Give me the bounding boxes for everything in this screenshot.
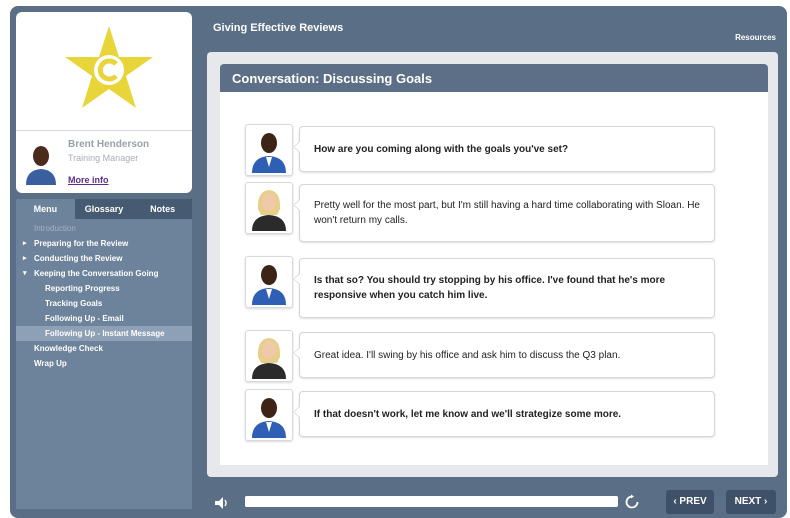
menu-item[interactable]: Wrap Up bbox=[16, 356, 192, 371]
presenter-name: Brent Henderson bbox=[68, 139, 150, 150]
menu-item[interactable]: Following Up - Instant Message bbox=[16, 326, 192, 341]
menu-item[interactable]: Following Up - Email bbox=[16, 311, 192, 326]
menu-item[interactable]: ▾ Keeping the Conversation Going bbox=[16, 266, 192, 281]
employee-avatar bbox=[245, 330, 293, 382]
message-bubble: Great idea. I'll swing by his office and… bbox=[293, 332, 715, 378]
menu-item-label: Following Up - Email bbox=[45, 314, 124, 323]
replay-icon[interactable] bbox=[624, 494, 640, 510]
course-title: Giving Effective Reviews bbox=[213, 22, 344, 34]
tab-menu[interactable]: Menu bbox=[16, 199, 75, 219]
more-info-link[interactable]: More info bbox=[68, 175, 109, 185]
menu-list: Introduction ▸ Preparing for the Review ▸ Co… bbox=[16, 219, 192, 371]
logo-card bbox=[16, 12, 192, 130]
message-bubble: If that doesn't work, let me know and we… bbox=[293, 391, 715, 437]
menu-item-label: Introduction bbox=[34, 224, 76, 233]
next-button[interactable]: NEXT › bbox=[726, 490, 776, 514]
menu-item-label: Conducting the Review bbox=[34, 254, 123, 263]
menu-item[interactable]: Reporting Progress bbox=[16, 281, 192, 296]
prev-button[interactable]: ‹ PREV bbox=[666, 490, 714, 514]
menu-item-label: Wrap Up bbox=[34, 359, 67, 368]
menu-item-label: Keeping the Conversation Going bbox=[34, 269, 159, 278]
progress-fill bbox=[245, 496, 618, 507]
message-bubble: How are you coming along with the goals … bbox=[293, 126, 715, 172]
collapsed-arrow-icon[interactable]: ▸ bbox=[23, 251, 27, 266]
progress-bar[interactable] bbox=[245, 496, 618, 507]
scene-header: Conversation: Discussing Goals bbox=[220, 64, 768, 92]
message-bubble: Pretty well for the most part, but I'm s… bbox=[293, 184, 715, 242]
scene-title: Conversation: Discussing Goals bbox=[232, 71, 433, 86]
menu-item-label: Preparing for the Review bbox=[34, 239, 129, 248]
course-menu: Introduction ▸ Preparing for the Review ▸ Co… bbox=[16, 219, 192, 509]
expanded-arrow-icon[interactable]: ▾ bbox=[23, 266, 27, 281]
sidebar-tabs: Menu Glossary Notes bbox=[16, 199, 193, 219]
menu-item[interactable]: Knowledge Check bbox=[16, 341, 192, 356]
manager-avatar bbox=[245, 389, 293, 441]
tab-glossary[interactable]: Glossary bbox=[74, 199, 134, 219]
menu-item[interactable]: ▸ Conducting the Review bbox=[16, 251, 192, 266]
manager-avatar bbox=[245, 124, 293, 176]
company-star-logo bbox=[65, 26, 153, 108]
collapsed-arrow-icon[interactable]: ▸ bbox=[23, 236, 27, 251]
manager-avatar bbox=[245, 256, 293, 308]
menu-item-label: Reporting Progress bbox=[45, 284, 120, 293]
menu-item[interactable]: Tracking Goals bbox=[16, 296, 192, 311]
employee-avatar bbox=[245, 182, 293, 234]
speaker-icon[interactable] bbox=[211, 493, 231, 513]
menu-item[interactable]: ▸ Preparing for the Review bbox=[16, 236, 192, 251]
resources-link[interactable]: Resources bbox=[735, 33, 776, 42]
menu-item-label: Knowledge Check bbox=[34, 344, 103, 353]
tab-notes[interactable]: Notes bbox=[133, 199, 193, 219]
menu-item: Introduction bbox=[16, 221, 192, 236]
presenter-profile: Brent Henderson Training Manager More in… bbox=[16, 130, 192, 193]
presenter-avatar bbox=[22, 139, 60, 185]
menu-item-label: Tracking Goals bbox=[45, 299, 103, 308]
message-bubble: Is that so? You should try stopping by h… bbox=[293, 258, 715, 318]
menu-item-label: Following Up - Instant Message bbox=[45, 329, 165, 338]
presenter-role: Training Manager bbox=[68, 153, 139, 163]
